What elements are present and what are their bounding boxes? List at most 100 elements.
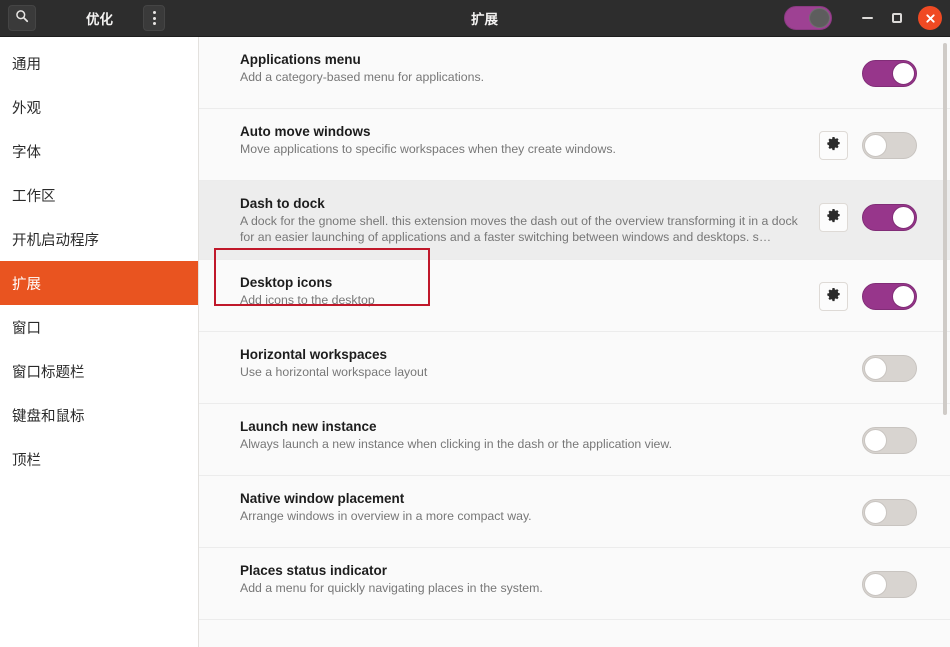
extension-name: Auto move windows bbox=[240, 124, 371, 139]
extension-description: Move applications to specific workspaces… bbox=[240, 142, 616, 156]
extensions-master-toggle[interactable] bbox=[784, 6, 832, 30]
extension-toggle[interactable] bbox=[862, 355, 917, 382]
sidebar-item[interactable]: 通用 bbox=[0, 41, 198, 85]
extension-info: Applications menu Add a category-based me… bbox=[240, 51, 819, 86]
extension-settings-button[interactable] bbox=[819, 131, 848, 160]
search-icon bbox=[15, 9, 29, 28]
gear-placeholder bbox=[819, 59, 848, 88]
extension-name: Native window placement bbox=[240, 491, 405, 506]
gear-placeholder bbox=[819, 570, 848, 599]
toggle-knob bbox=[864, 429, 887, 452]
extension-info: Horizontal workspaces Use a horizontal wo… bbox=[240, 346, 819, 381]
vertical-dots-icon[interactable] bbox=[143, 5, 165, 31]
extension-name: Applications menu bbox=[240, 52, 361, 67]
extension-description: Add a menu for quickly navigating places… bbox=[240, 581, 543, 595]
sidebar-item[interactable]: 字体 bbox=[0, 129, 198, 173]
extension-controls bbox=[819, 51, 917, 88]
scrollbar-thumb[interactable] bbox=[943, 43, 947, 415]
extension-name: Desktop icons bbox=[240, 275, 333, 290]
extension-name: Launch new instance bbox=[240, 419, 377, 434]
extension-name: Places status indicator bbox=[240, 563, 388, 578]
extension-name: Horizontal workspaces bbox=[240, 347, 388, 362]
extension-toggle[interactable] bbox=[862, 132, 917, 159]
extension-toggle[interactable] bbox=[862, 204, 917, 231]
gear-icon bbox=[826, 287, 841, 307]
extensions-list: Applications menu Add a category-based me… bbox=[199, 37, 950, 620]
minimize-button[interactable] bbox=[852, 3, 882, 33]
extension-controls bbox=[819, 195, 917, 232]
extension-row[interactable]: Applications menu Add a category-based me… bbox=[199, 37, 950, 109]
extension-info: Native window placement Arrange windows i… bbox=[240, 490, 819, 525]
extension-settings-button[interactable] bbox=[819, 282, 848, 311]
sidebar: 通用外观字体工作区开机启动程序 扩展窗口窗口标题栏键盘和鼠标顶栏 bbox=[0, 37, 199, 647]
extension-toggle[interactable] bbox=[862, 283, 917, 310]
close-button[interactable] bbox=[918, 6, 942, 30]
sidebar-item-label: 开机启动程序 bbox=[12, 232, 99, 249]
extension-row[interactable]: Launch new instance Always launch a new i… bbox=[199, 404, 950, 476]
dot bbox=[152, 16, 156, 20]
gear-placeholder bbox=[819, 354, 848, 383]
extension-controls bbox=[819, 123, 917, 160]
extension-settings-button[interactable] bbox=[819, 203, 848, 232]
extension-description: Add a category-based menu for applicatio… bbox=[240, 70, 485, 84]
extension-toggle[interactable] bbox=[862, 571, 917, 598]
tweaks-window: 优化 扩展 通用 外观 字体 工作区 开机启动程序 扩展 窗口 窗口标题栏 键盘… bbox=[0, 0, 950, 647]
maximize-button[interactable] bbox=[882, 3, 912, 33]
extension-row[interactable]: Auto move windows Move applications to sp… bbox=[199, 109, 950, 181]
search-button[interactable] bbox=[8, 5, 36, 31]
sidebar-item-selected[interactable]: 扩展 bbox=[0, 261, 198, 305]
extension-info: Launch new instance Always launch a new i… bbox=[240, 418, 819, 453]
sidebar-item[interactable]: 开机启动程序 bbox=[0, 217, 198, 261]
window-controls bbox=[784, 3, 942, 33]
sidebar-item[interactable]: 顶栏 bbox=[0, 437, 198, 481]
sidebar-item-label: 扩展 bbox=[12, 276, 41, 293]
sidebar-item-label: 窗口标题栏 bbox=[12, 364, 85, 381]
extension-description: Arrange windows in overview in a more co… bbox=[240, 509, 532, 523]
extension-row[interactable]: Dash to dock A dock for the gnome shell. … bbox=[199, 181, 950, 260]
gear-placeholder bbox=[819, 498, 848, 527]
extension-controls bbox=[819, 418, 917, 455]
sidebar-item-label: 键盘和鼠标 bbox=[12, 408, 85, 425]
extension-info: Places status indicator Add a menu for qu… bbox=[240, 562, 819, 597]
toggle-knob bbox=[864, 573, 887, 596]
extension-row[interactable]: Horizontal workspaces Use a horizontal wo… bbox=[199, 332, 950, 404]
extension-toggle[interactable] bbox=[862, 60, 917, 87]
toggle-knob bbox=[864, 357, 887, 380]
extension-row[interactable]: Places status indicator Add a menu for qu… bbox=[199, 548, 950, 620]
extension-info: Dash to dock A dock for the gnome shell. … bbox=[240, 195, 819, 245]
sidebar-item-label: 工作区 bbox=[12, 188, 56, 205]
extension-info: Desktop icons Add icons to the desktop bbox=[240, 274, 819, 309]
toggle-knob bbox=[809, 8, 830, 28]
extension-name: Dash to dock bbox=[240, 196, 325, 211]
titlebar-right-pane: 扩展 bbox=[199, 0, 950, 36]
sidebar-item[interactable]: 键盘和鼠标 bbox=[0, 393, 198, 437]
sidebar-item[interactable]: 窗口 bbox=[0, 305, 198, 349]
extensions-list-panel: Applications menu Add a category-based me… bbox=[199, 37, 950, 647]
titlebar-left-pane: 优化 bbox=[0, 0, 199, 36]
gear-icon bbox=[826, 208, 841, 228]
extension-row[interactable]: Desktop icons Add icons to the desktop bbox=[199, 260, 950, 332]
extension-controls bbox=[819, 346, 917, 383]
extension-description: Always launch a new instance when clicki… bbox=[240, 437, 673, 451]
toggle-knob bbox=[892, 285, 915, 308]
extension-controls bbox=[819, 274, 917, 311]
extension-toggle[interactable] bbox=[862, 427, 917, 454]
sidebar-item-label: 外观 bbox=[12, 100, 41, 117]
extension-row[interactable]: Native window placement Arrange windows i… bbox=[199, 476, 950, 548]
vertical-scrollbar[interactable] bbox=[942, 39, 948, 645]
gear-placeholder bbox=[819, 426, 848, 455]
extension-controls bbox=[819, 562, 917, 599]
extension-description: Add icons to the desktop bbox=[240, 293, 375, 307]
sidebar-item[interactable]: 外观 bbox=[0, 85, 198, 129]
toggle-knob bbox=[892, 62, 915, 85]
sidebar-item-label: 通用 bbox=[12, 56, 41, 73]
sidebar-item[interactable]: 窗口标题栏 bbox=[0, 349, 198, 393]
sidebar-item[interactable]: 工作区 bbox=[0, 173, 198, 217]
titlebar: 优化 扩展 bbox=[0, 0, 950, 37]
toggle-knob bbox=[892, 206, 915, 229]
extension-description: A dock for the gnome shell. this extensi… bbox=[240, 214, 798, 244]
extension-toggle[interactable] bbox=[862, 499, 917, 526]
toggle-knob bbox=[864, 501, 887, 524]
extension-description: Use a horizontal workspace layout bbox=[240, 365, 428, 379]
dot bbox=[152, 11, 156, 14]
